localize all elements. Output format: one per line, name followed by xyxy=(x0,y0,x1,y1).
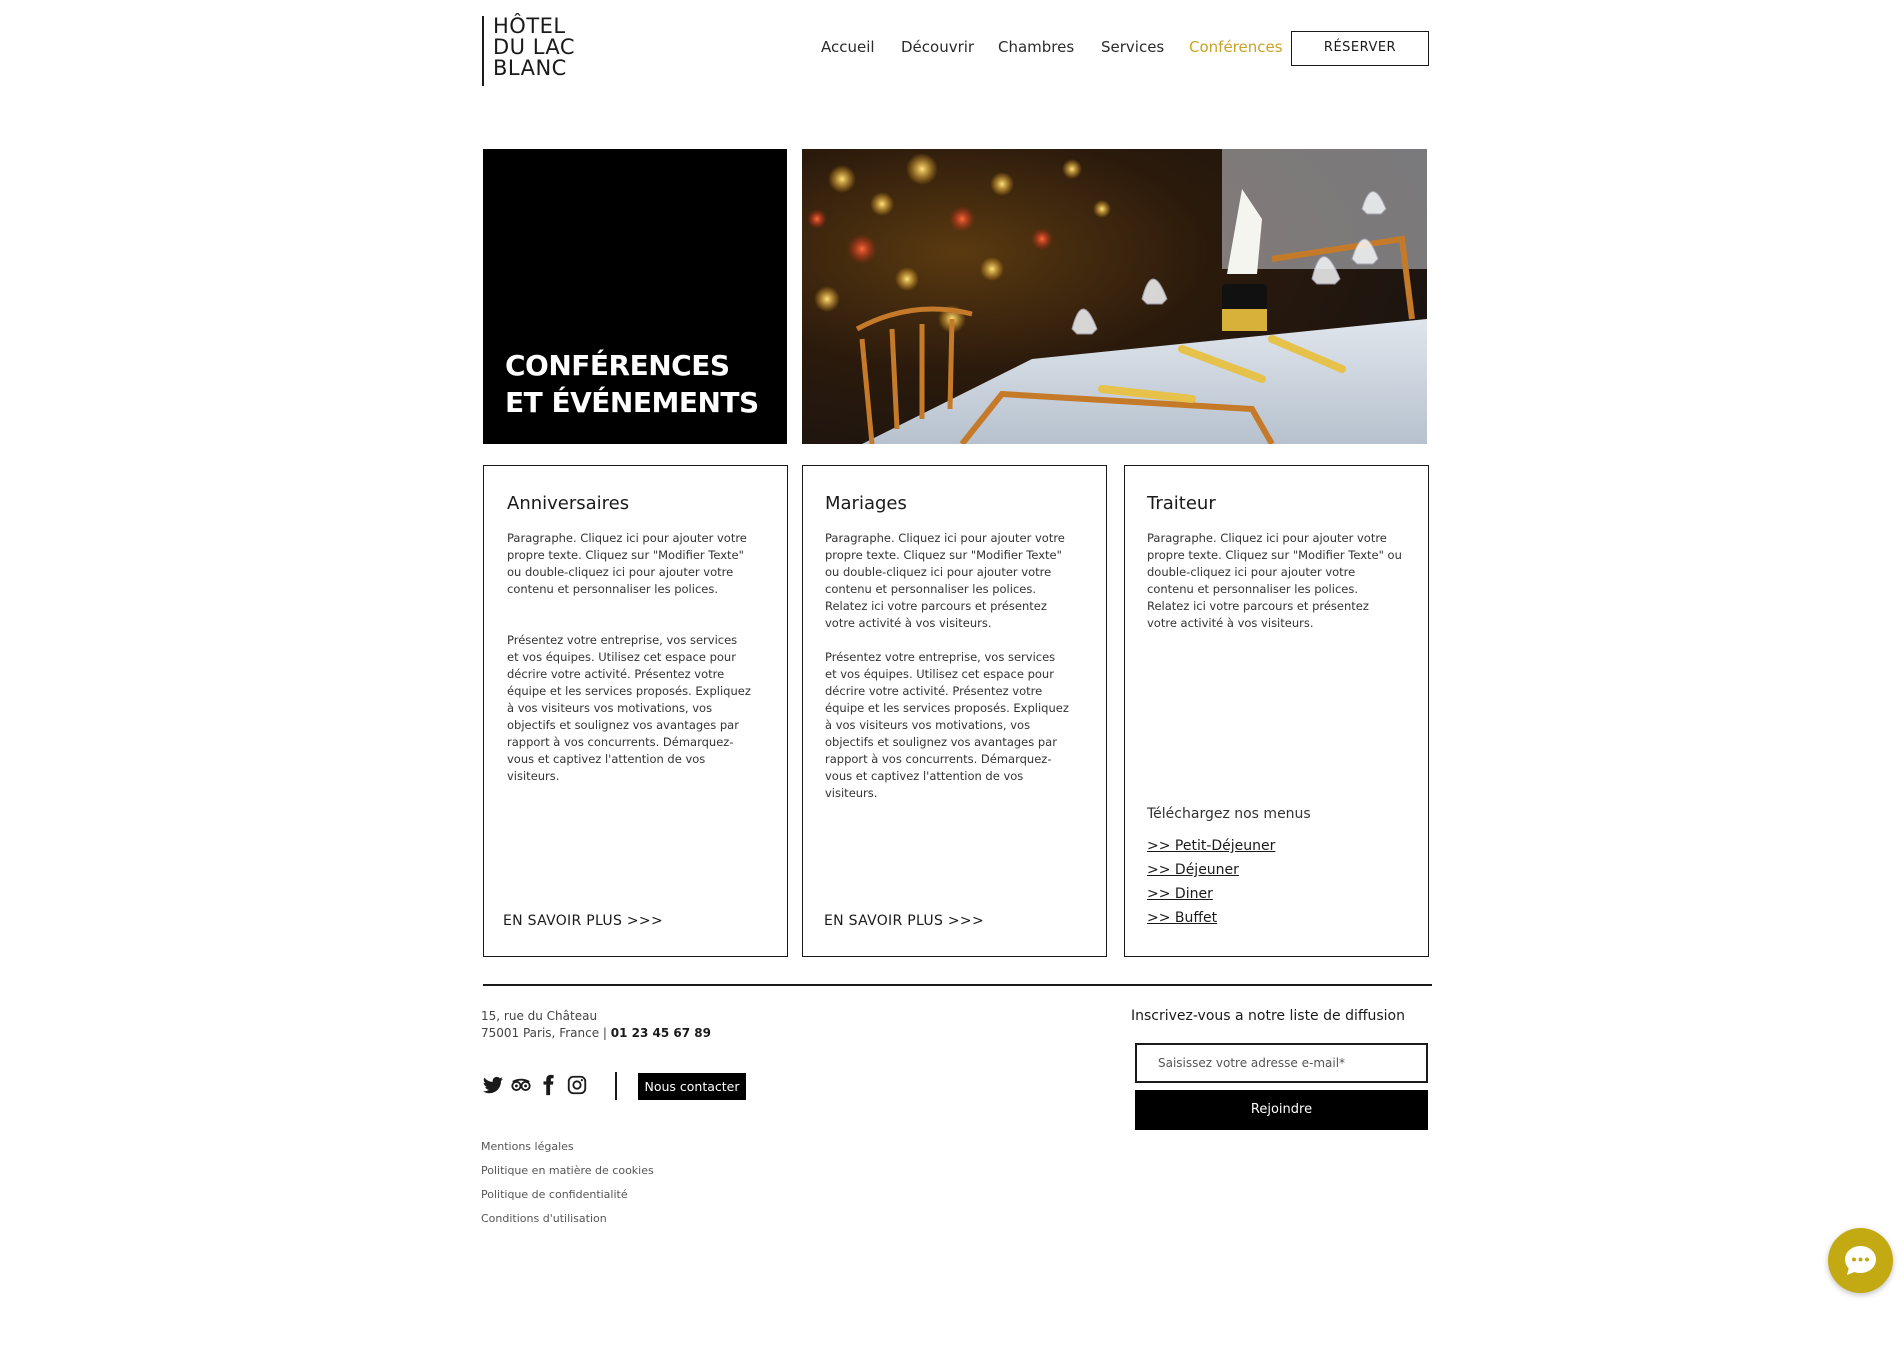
card-title-anniversaires: Anniversaires xyxy=(507,493,630,514)
nav-conferences[interactable]: Conférences xyxy=(1189,38,1283,56)
menu-link-petit-dejeuner[interactable]: >> Petit-Déjeuner xyxy=(1147,838,1275,854)
card-title-traiteur: Traiteur xyxy=(1147,493,1216,514)
cookies-policy-link[interactable]: Politique en matière de cookies xyxy=(481,1164,654,1177)
terms-of-use-link[interactable]: Conditions d'utilisation xyxy=(481,1212,607,1225)
hotel-logo[interactable]: HÔTEL DU LAC BLANC xyxy=(482,16,575,86)
card-paragraph-1: Paragraphe. Cliquez ici pour ajouter vot… xyxy=(825,531,1065,630)
chat-button[interactable] xyxy=(1828,1228,1893,1293)
menus-heading: Téléchargez nos menus xyxy=(1147,806,1311,822)
banquet-table-photo xyxy=(802,149,1427,444)
hero-title-line-2: ET ÉVÉNEMENTS xyxy=(505,386,759,419)
address-city: 75001 Paris, France | xyxy=(481,1026,611,1040)
reserve-button[interactable]: RÉSERVER xyxy=(1291,31,1429,66)
hero-title-line-1: CONFÉRENCES xyxy=(505,349,730,382)
tripadvisor-icon[interactable] xyxy=(510,1074,532,1096)
learn-more-link-anniversaires[interactable]: EN SAVOIR PLUS >>> xyxy=(503,913,663,929)
address-line-1: 15, rue du Château xyxy=(481,1009,598,1023)
card-paragraph-1: Paragraphe. Cliquez ici pour ajouter vot… xyxy=(1147,531,1402,630)
newsletter-join-button[interactable]: Rejoindre xyxy=(1135,1090,1428,1130)
privacy-policy-link[interactable]: Politique de confidentialité xyxy=(481,1188,628,1201)
address: 15, rue du Château 75001 Paris, France |… xyxy=(481,1008,711,1042)
logo-line-2: DU LAC xyxy=(493,35,576,59)
facebook-icon[interactable] xyxy=(538,1074,560,1096)
footer-separator xyxy=(615,1072,617,1100)
menu-link-dejeuner[interactable]: >> Déjeuner xyxy=(1147,862,1239,878)
card-title-mariages: Mariages xyxy=(825,493,907,514)
banquet-table-image xyxy=(802,149,1427,444)
legal-mentions-link[interactable]: Mentions légales xyxy=(481,1140,574,1153)
nav-services[interactable]: Services xyxy=(1101,38,1164,56)
footer-divider xyxy=(483,984,1432,986)
address-line-2: 75001 Paris, France | 01 23 45 67 89 xyxy=(481,1025,711,1042)
phone-number: 01 23 45 67 89 xyxy=(610,1026,711,1040)
menu-link-buffet[interactable]: >> Buffet xyxy=(1147,910,1217,926)
contact-button[interactable]: Nous contacter xyxy=(638,1073,746,1100)
nav-accueil[interactable]: Accueil xyxy=(821,38,875,56)
card-paragraph-2: Présentez votre entreprise, vos services… xyxy=(825,650,1069,800)
twitter-icon[interactable] xyxy=(482,1074,504,1096)
logo-line-3: BLANC xyxy=(493,56,567,80)
nav-chambres[interactable]: Chambres xyxy=(998,38,1074,56)
newsletter-email-input[interactable] xyxy=(1135,1043,1428,1083)
chat-bubble-icon xyxy=(1845,1246,1876,1275)
nav-decouvrir[interactable]: Découvrir xyxy=(901,38,974,56)
hero-title: CONFÉRENCES ET ÉVÉNEMENTS xyxy=(505,347,759,421)
menu-link-diner[interactable]: >> Diner xyxy=(1147,886,1213,902)
newsletter-title: Inscrivez-vous a notre liste de diffusio… xyxy=(1131,1008,1405,1024)
card-paragraph-2: Présentez votre entreprise, vos services… xyxy=(507,633,751,783)
card-paragraph-1: Paragraphe. Cliquez ici pour ajouter vot… xyxy=(507,531,747,596)
instagram-icon[interactable] xyxy=(566,1074,588,1096)
learn-more-link-mariages[interactable]: EN SAVOIR PLUS >>> xyxy=(824,913,984,929)
logo-line-1: HÔTEL xyxy=(493,14,566,38)
